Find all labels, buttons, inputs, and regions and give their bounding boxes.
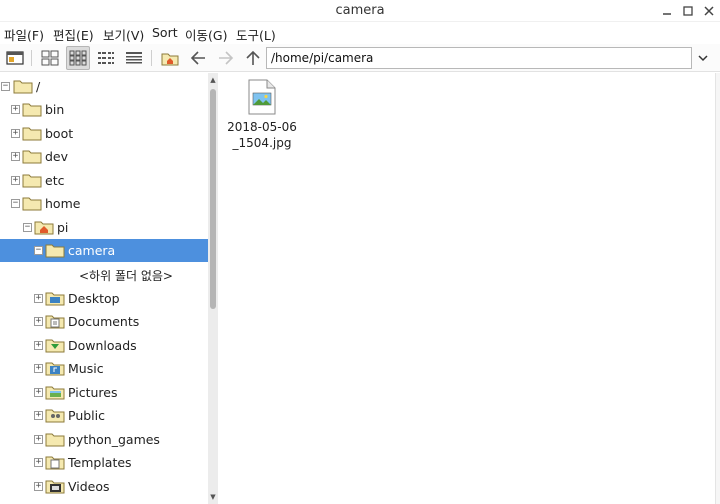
thumbnail-view-icon [69, 50, 87, 66]
expand-icon[interactable]: + [34, 482, 43, 491]
expand-icon[interactable]: + [11, 105, 20, 114]
file-view[interactable]: 2018-05-06 _1504.jpg [219, 73, 715, 504]
tree-item-downloads[interactable]: + Downloads [0, 334, 208, 357]
file-name: 2018-05-06 _1504.jpg [227, 120, 297, 150]
folder-icon [22, 174, 42, 188]
scroll-down-arrow-icon[interactable]: ▼ [208, 492, 218, 502]
expand-icon[interactable]: + [11, 129, 20, 138]
tree-item-bin[interactable]: + bin [0, 98, 208, 121]
sidebar-scrollbar[interactable]: ▲ ▼ [208, 73, 218, 504]
tree-item-dev[interactable]: + dev [0, 145, 208, 168]
menu-bar: 파일(F) 편집(E) 보기(V) Sort 이동(G) 도구(L) [0, 22, 720, 44]
folder-icon [22, 127, 42, 141]
tree-item-home[interactable]: − home [0, 192, 208, 215]
tree-item-music[interactable]: + Music [0, 357, 208, 380]
home-button[interactable] [158, 46, 182, 70]
tree-item-root[interactable]: − / [0, 75, 208, 98]
image-file-icon [248, 79, 276, 115]
expand-icon[interactable]: + [34, 435, 43, 444]
path-input[interactable]: /home/pi/camera [266, 47, 692, 69]
minimize-button[interactable] [659, 3, 675, 19]
view-list-button[interactable] [122, 46, 146, 70]
tree-item-desktop[interactable]: + Desktop [0, 287, 208, 310]
collapse-icon[interactable]: − [34, 246, 43, 255]
documents-folder-icon [45, 315, 65, 329]
tree-item-pictures[interactable]: + Pictures [0, 381, 208, 404]
videos-folder-icon [45, 480, 65, 494]
expand-icon[interactable]: + [34, 341, 43, 350]
expand-icon[interactable]: + [34, 294, 43, 303]
up-button[interactable] [241, 46, 265, 70]
collapse-icon[interactable]: − [11, 199, 20, 208]
title-bar: camera [0, 0, 720, 22]
toolbar: /home/pi/camera [0, 44, 720, 72]
tree-item-etc[interactable]: + etc [0, 169, 208, 192]
expand-icon[interactable]: + [34, 411, 43, 420]
pictures-folder-icon [45, 386, 65, 400]
tree-item-python-games[interactable]: + python_games [0, 428, 208, 451]
folder-icon [22, 103, 42, 117]
chevron-down-icon [698, 55, 708, 62]
window-edge [715, 73, 720, 504]
folder-open-icon [45, 244, 65, 258]
tree-item-videos[interactable]: + Videos [0, 475, 208, 498]
home-folder-icon [34, 221, 54, 235]
scroll-up-arrow-icon[interactable]: ▲ [208, 75, 218, 85]
window-title: camera [335, 3, 385, 18]
compact-view-icon [98, 52, 114, 64]
file-item[interactable]: 2018-05-06 _1504.jpg [225, 79, 299, 151]
tree-item-camera[interactable]: − camera [0, 239, 208, 262]
scrollbar-thumb[interactable] [210, 89, 216, 309]
desktop-folder-icon [45, 292, 65, 306]
menu-edit[interactable]: 편집(E) [53, 25, 94, 44]
home-folder-icon [161, 53, 179, 66]
new-window-icon [6, 51, 24, 65]
view-icons-button[interactable] [38, 46, 62, 70]
tree-item-public[interactable]: + Public [0, 404, 208, 427]
expand-icon[interactable]: + [34, 458, 43, 467]
directory-tree: − / + bin + boot + dev + etc − home − pi… [0, 73, 218, 504]
maximize-button[interactable] [680, 3, 696, 19]
new-window-button[interactable] [3, 46, 27, 70]
tree-item-pi[interactable]: − pi [0, 216, 208, 239]
folder-icon [45, 433, 65, 447]
music-folder-icon [45, 362, 65, 376]
expand-icon[interactable]: + [34, 364, 43, 373]
folder-open-icon [13, 80, 33, 94]
folder-icon [22, 150, 42, 164]
menu-sort[interactable]: Sort [152, 25, 178, 40]
view-thumbnails-button[interactable] [66, 46, 90, 70]
tree-item-templates[interactable]: + Templates [0, 451, 208, 474]
arrow-left-icon [190, 51, 205, 65]
expand-icon[interactable]: + [34, 388, 43, 397]
menu-go[interactable]: 이동(G) [185, 25, 227, 44]
downloads-folder-icon [45, 339, 65, 353]
collapse-icon[interactable]: − [1, 82, 10, 91]
arrow-right-icon [219, 51, 234, 65]
tree-item-documents[interactable]: + Documents [0, 310, 208, 333]
arrow-up-icon [246, 50, 260, 65]
expand-icon[interactable]: + [11, 152, 20, 161]
back-button[interactable] [186, 46, 210, 70]
list-view-icon [126, 52, 142, 64]
expand-icon[interactable]: + [11, 176, 20, 185]
view-compact-button[interactable] [94, 46, 118, 70]
collapse-icon[interactable]: − [23, 223, 32, 232]
menu-file[interactable]: 파일(F) [4, 25, 44, 44]
menu-tools[interactable]: 도구(L) [236, 25, 276, 44]
expand-icon[interactable]: + [34, 317, 43, 326]
forward-button[interactable] [214, 46, 238, 70]
folder-open-icon [22, 197, 42, 211]
close-button[interactable] [701, 3, 717, 19]
public-folder-icon [45, 409, 65, 423]
path-dropdown-button[interactable] [694, 48, 712, 68]
templates-folder-icon [45, 456, 65, 470]
tree-item-boot[interactable]: + boot [0, 122, 208, 145]
menu-view[interactable]: 보기(V) [103, 25, 144, 44]
tree-empty-note: <하위 폴더 없음> [79, 269, 173, 283]
icon-view-icon [41, 50, 59, 66]
